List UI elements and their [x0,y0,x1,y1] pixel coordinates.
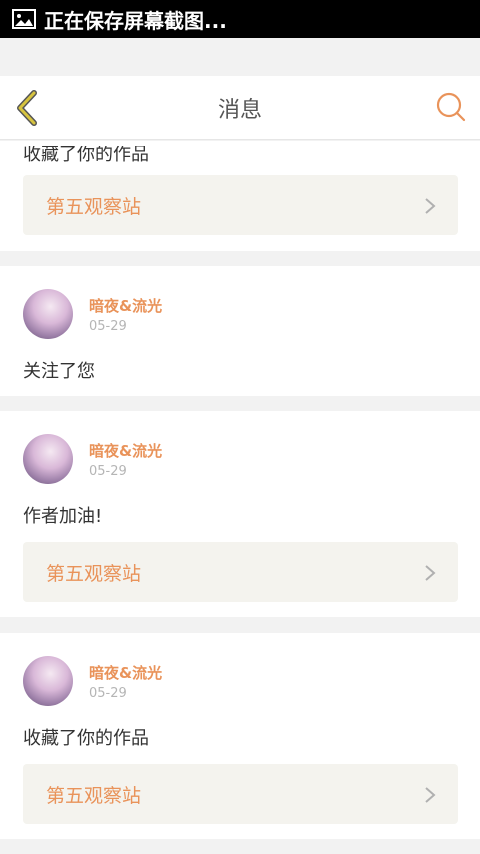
message-card: 收藏了你的作品 第五观察站 [0,141,480,251]
avatar[interactable] [23,289,73,339]
message-text: 收藏了你的作品 [23,728,149,749]
work-link[interactable]: 第五观察站 [23,175,458,235]
message-text: 作者加油! [23,506,103,527]
work-link[interactable]: 第五观察站 [23,764,458,824]
image-icon [12,9,36,29]
message-text: 收藏了你的作品 [23,144,149,165]
work-title: 第五观察站 [46,784,142,807]
message-date: 05-29 [89,686,127,701]
chevron-right-icon [425,565,436,581]
avatar[interactable] [23,434,73,484]
work-link[interactable]: 第五观察站 [23,542,458,602]
message-date: 05-29 [89,319,127,334]
avatar[interactable] [23,656,73,706]
search-icon[interactable] [436,92,466,122]
back-arrow-icon[interactable] [14,90,42,126]
message-card: 暗夜&流光 05-29 作者加油! 第五观察站 [0,411,480,617]
username[interactable]: 暗夜&流光 [89,440,162,461]
chevron-right-icon [425,198,436,214]
page-title: 消息 [217,97,262,123]
message-card: 暗夜&流光 05-29 收藏了你的作品 第五观察站 [0,633,480,839]
work-title: 第五观察站 [46,195,142,218]
work-title: 第五观察站 [46,562,142,585]
username[interactable]: 暗夜&流光 [89,662,162,683]
message-card: 暗夜&流光 05-29 关注了您 [0,266,480,396]
status-bar: 正在保存屏幕截图... [0,0,480,38]
status-text: 正在保存屏幕截图... [44,8,227,33]
chevron-right-icon [425,787,436,803]
message-date: 05-29 [89,464,127,479]
message-text: 关注了您 [23,361,95,382]
header: 消息 [0,76,480,140]
username[interactable]: 暗夜&流光 [89,295,162,316]
